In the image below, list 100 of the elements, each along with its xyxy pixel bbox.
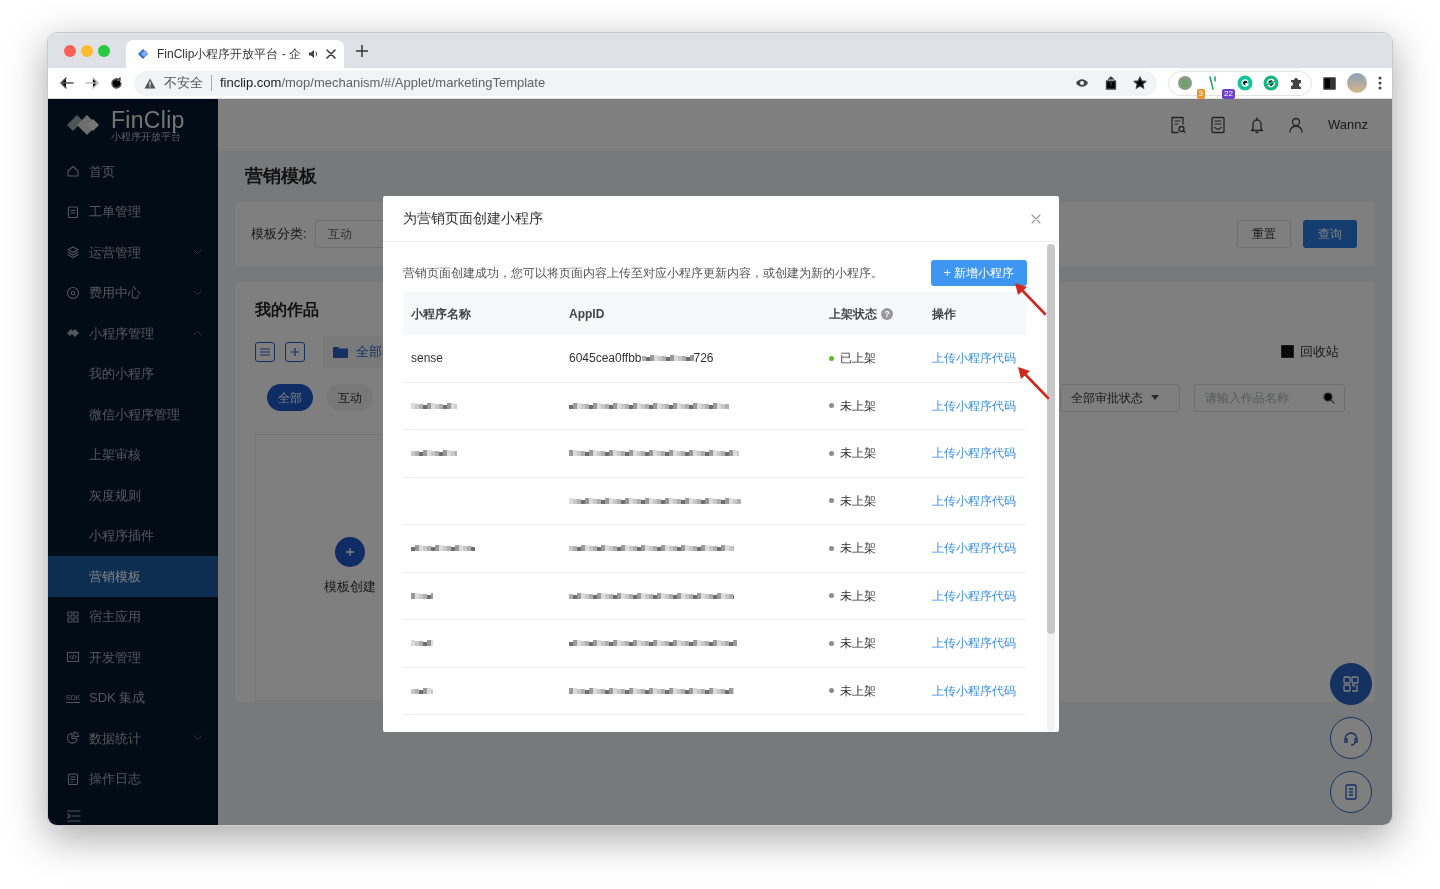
side-panel-icon[interactable] [1323, 76, 1336, 90]
new-tab-button[interactable] [354, 42, 370, 59]
upload-code-link[interactable]: 上传小程序代码 [932, 681, 1016, 700]
reload-button[interactable] [110, 76, 123, 90]
user-icon[interactable] [1289, 117, 1303, 133]
upload-code-link[interactable]: 上传小程序代码 [932, 491, 1016, 510]
forward-button[interactable] [85, 77, 99, 89]
document-icon[interactable] [1211, 116, 1225, 134]
upload-code-link[interactable]: 上传小程序代码 [932, 539, 1016, 558]
sidebar-item[interactable]: 开发管理 [48, 637, 218, 678]
close-window-button[interactable] [64, 44, 76, 57]
filter-chip[interactable]: 互动 [327, 384, 373, 412]
close-tab-button[interactable] [326, 49, 336, 59]
upload-code-link[interactable]: 上传小程序代码 [932, 396, 1016, 415]
folder-tab-label: 全部 [356, 342, 382, 361]
annotation-arrow [1018, 367, 1050, 400]
add-button[interactable] [285, 341, 305, 362]
upload-code-link[interactable]: 上传小程序代码 [932, 634, 1016, 653]
coin-icon [66, 285, 80, 300]
layers-icon [66, 245, 80, 260]
grid-icon [1342, 675, 1360, 693]
avatar-icon[interactable] [1347, 73, 1367, 93]
reset-button[interactable]: 重置 [1237, 219, 1291, 248]
sidebar-item[interactable]: 小程序管理 [48, 313, 218, 354]
sidebar-item[interactable]: 数据统计 [48, 718, 218, 759]
extension-icon[interactable] [1237, 75, 1253, 91]
plus-icon [290, 346, 300, 357]
sidebar-subitem[interactable]: 微信小程序管理 [48, 394, 218, 435]
sidebar-item[interactable]: 费用中心 [48, 272, 218, 313]
table-cell-text: 6045cea0ffbb [569, 350, 642, 368]
upload-code-link[interactable]: 上传小程序代码 [932, 349, 1016, 368]
table-cell-text: sense [411, 350, 444, 368]
log-icon [66, 771, 80, 786]
puzzle-icon[interactable] [1289, 76, 1303, 90]
status-text: 已上架 [840, 350, 876, 368]
grid-icon [66, 609, 80, 624]
extension-badge: 3 [1196, 89, 1205, 99]
star-icon[interactable] [1133, 76, 1147, 90]
create-template-label: 模板创建 [324, 578, 376, 597]
upload-code-link[interactable]: 上传小程序代码 [932, 444, 1016, 463]
column-header: 小程序名称 [411, 305, 471, 323]
warning-icon [144, 77, 156, 89]
bell-icon[interactable] [1250, 116, 1264, 134]
sidebar-subitem[interactable]: 小程序插件 [48, 515, 218, 556]
document-icon [1342, 783, 1360, 801]
help-icon[interactable]: ? [881, 307, 893, 320]
create-template-button[interactable] [335, 537, 365, 568]
sidebar-subitem[interactable]: 上架审核 [48, 434, 218, 475]
dropdown-caret-icon [1151, 395, 1159, 401]
recycle-bin-label: 回收站 [1300, 342, 1339, 361]
sync-icon[interactable] [1263, 75, 1279, 91]
annotation-arrow [1015, 283, 1047, 316]
home-icon [66, 164, 80, 179]
browser-tab[interactable]: FinClip小程序开放平台 - 企 [126, 40, 344, 68]
url-text: finclip.com/mop/mechanism/#/Applet/marketingTemplate [220, 74, 546, 93]
status-text: 未上架 [840, 445, 876, 463]
logo-icon [136, 47, 150, 61]
dialog-title: 为营销页面创建小程序 [403, 210, 544, 227]
dialog-description: 营销页面创建成功，您可以将页面内容上传至对应小程序更新内容，或创建为新的小程序。 [403, 265, 884, 282]
status-select[interactable]: 全部审批状态 [1060, 383, 1180, 412]
status-text: 未上架 [840, 635, 876, 653]
table-cell-text: 726 [693, 350, 714, 368]
code-icon [66, 650, 80, 665]
notes-button[interactable] [1330, 771, 1372, 813]
upload-code-link[interactable]: 上传小程序代码 [932, 586, 1016, 605]
sidebar-subitem[interactable]: 灰度规则 [48, 475, 218, 516]
sidebar-item[interactable]: 运营管理 [48, 232, 218, 273]
page-title: 营销模板 [244, 165, 318, 188]
plus-icon [345, 547, 355, 558]
eye-icon[interactable] [1075, 78, 1089, 88]
pie-chart-icon [66, 731, 80, 746]
column-header: 操作 [932, 305, 956, 323]
back-button[interactable] [60, 77, 74, 89]
column-header: 上架状态 [829, 305, 877, 323]
query-button[interactable]: 查询 [1303, 219, 1357, 248]
status-text: 未上架 [840, 397, 876, 415]
clipboard-icon [66, 204, 80, 219]
report-search-icon[interactable] [1170, 116, 1186, 134]
add-miniprogram-button[interactable]: + 新增小程序 [930, 260, 1027, 286]
user-name[interactable]: Wannz [1328, 115, 1368, 135]
sidebar-item[interactable]: 工单管理 [48, 191, 218, 232]
address-bar[interactable]: 不安全 finclip.com/mop/mechanism/#/Applet/marketingTemplate [134, 70, 1157, 96]
more-menu-icon[interactable] [1378, 76, 1382, 90]
status-text: 未上架 [840, 540, 876, 558]
sidebar-item[interactable]: 操作日志 [48, 758, 218, 799]
extension-badge: 22 [1222, 89, 1235, 99]
speaker-icon [308, 49, 319, 59]
list-view-button[interactable] [255, 341, 275, 362]
sidebar-subitem[interactable]: 我的小程序 [48, 353, 218, 394]
sidebar-item[interactable]: 首页 [48, 151, 218, 192]
headset-icon [1342, 729, 1360, 747]
sidebar-subitem[interactable]: 营销模板 [48, 556, 218, 597]
search-icon [1323, 391, 1335, 404]
folder-icon [333, 345, 348, 358]
filter-label: 模板分类: [251, 224, 307, 243]
support-button[interactable] [1330, 717, 1372, 759]
scrollbar-thumb[interactable] [1047, 244, 1055, 634]
recycle-bin-button[interactable]: 回收站 [1275, 340, 1345, 363]
close-button[interactable] [1031, 213, 1041, 224]
filter-chip[interactable]: 全部 [267, 384, 313, 412]
